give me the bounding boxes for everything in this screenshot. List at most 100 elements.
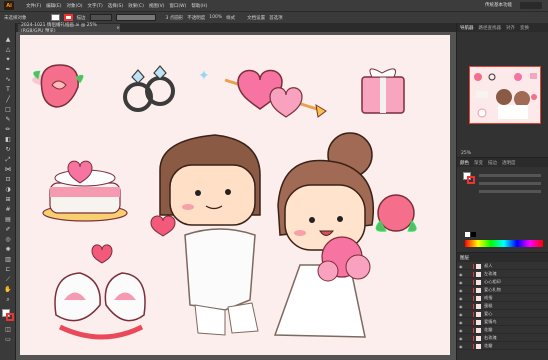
stroke-swatch[interactable]: [63, 14, 73, 21]
gradient-icon[interactable]: ▤: [3, 215, 13, 224]
doc-settings-button[interactable]: 文档设置: [247, 15, 265, 21]
curvature-icon[interactable]: ∿: [3, 75, 13, 84]
symbol-sprayer-icon[interactable]: ✺: [3, 245, 13, 254]
preferences-button[interactable]: 首选项: [269, 15, 283, 21]
slice-icon[interactable]: ⟋: [3, 275, 13, 284]
artboard-icon[interactable]: ⊏: [3, 265, 13, 274]
tab-pathfinder[interactable]: 路径查找器: [479, 25, 502, 31]
layer-thumbnail: [476, 271, 481, 277]
right-panel: 导航器 路径查找器 对齐 变换 25% 颜色 渐变 描边 透明度 图层 ◉ 叔人…: [456, 23, 548, 360]
layer-thumbnail: [476, 303, 481, 309]
tab-transform[interactable]: 变换: [520, 25, 529, 31]
tab-stroke[interactable]: 描边: [488, 160, 497, 166]
menu-file[interactable]: 文件(F): [26, 3, 41, 9]
tab-transparency[interactable]: 透明度: [502, 160, 516, 166]
menu-edit[interactable]: 编辑(E): [46, 3, 61, 9]
tab-gradient[interactable]: 渐变: [474, 160, 483, 166]
layer-row[interactable]: ◉ 花瓣: [457, 327, 548, 334]
paintbrush-icon[interactable]: ✎: [3, 115, 13, 124]
rectangle-tool-icon[interactable]: □: [3, 105, 13, 114]
pencil-icon[interactable]: ✏: [3, 125, 13, 134]
tab-color[interactable]: 颜色: [460, 160, 469, 166]
stroke-label: 描边: [76, 15, 86, 21]
close-tab-icon[interactable]: ×: [116, 26, 120, 31]
menu-object[interactable]: 对象(O): [66, 3, 82, 9]
menu-window[interactable]: 窗口(W): [169, 3, 186, 9]
perspective-icon[interactable]: ⊞: [3, 195, 13, 204]
tab-navigator[interactable]: 导航器: [460, 25, 474, 31]
black-swatch[interactable]: [471, 232, 476, 237]
graph-icon[interactable]: ▥: [3, 255, 13, 264]
type-tool-icon[interactable]: T: [3, 85, 13, 94]
layer-row[interactable]: ◉ 叔人: [457, 263, 548, 270]
panel-stroke-swatch[interactable]: [467, 176, 475, 184]
width-tool-icon[interactable]: ⋈: [3, 165, 13, 174]
white-swatch[interactable]: [465, 232, 470, 237]
navigator-preview[interactable]: [469, 66, 541, 124]
menu-effect[interactable]: 效果(C): [128, 3, 144, 9]
visibility-eye-icon[interactable]: ◉: [459, 304, 465, 309]
shape-builder-icon[interactable]: ◑: [3, 185, 13, 194]
fill-swatch[interactable]: [50, 14, 60, 21]
layer-row[interactable]: ◉ 右玫瑰: [457, 335, 548, 342]
pen-tool-icon[interactable]: ✒: [3, 65, 13, 74]
menu-help[interactable]: 帮助(H): [191, 3, 207, 9]
blend-icon[interactable]: ◎: [3, 235, 13, 244]
zoom-icon[interactable]: ⌕: [3, 295, 13, 304]
color-spectrum[interactable]: [465, 240, 543, 247]
r-slider[interactable]: [479, 174, 541, 177]
menu-type[interactable]: 文字(T): [88, 3, 103, 9]
layer-row[interactable]: ◉ 爱心礼物: [457, 287, 548, 294]
stroke-color-icon[interactable]: [6, 313, 14, 321]
sparkle-icon: ✦: [198, 68, 210, 84]
magic-wand-icon[interactable]: ✦: [3, 55, 13, 64]
tab-align[interactable]: 对齐: [506, 25, 515, 31]
hand-icon[interactable]: ✋: [3, 285, 13, 294]
document-tab[interactable]: 2024-1021 情侣婚礼插画.ai @ 25% (RGB/GPU 预览) ×: [18, 23, 120, 34]
layer-row[interactable]: ◉ 爱心: [457, 311, 548, 318]
visibility-eye-icon[interactable]: ◉: [459, 264, 465, 269]
visibility-eye-icon[interactable]: ◉: [459, 280, 465, 285]
g-slider[interactable]: [479, 182, 541, 185]
navigator-zoom[interactable]: 25%: [461, 151, 471, 156]
menu-view[interactable]: 视图(V): [149, 3, 165, 9]
scale-icon[interactable]: ⤢: [3, 155, 13, 164]
layer-row[interactable]: ◉ 花瓣: [457, 343, 548, 350]
line-tool-icon[interactable]: ╱: [3, 95, 13, 104]
artboard[interactable]: ✦: [20, 35, 450, 355]
opacity-value[interactable]: 100%: [209, 15, 222, 20]
layer-row[interactable]: ◉ 戒指: [457, 295, 548, 302]
rotate-icon[interactable]: ↻: [3, 145, 13, 154]
visibility-eye-icon[interactable]: ◉: [459, 288, 465, 293]
document-tab-bar: 2024-1021 情侣婚礼插画.ai @ 25% (RGB/GPU 预览) ×: [16, 23, 456, 34]
selection-tool-icon[interactable]: ▲: [3, 35, 13, 44]
layer-name: 花瓣: [484, 343, 493, 348]
visibility-eye-icon[interactable]: ◉: [459, 312, 465, 317]
draw-mode-icon[interactable]: ◫: [3, 325, 13, 334]
visibility-eye-icon[interactable]: ◉: [459, 272, 465, 277]
stroke-style[interactable]: 3 点圆形: [166, 15, 184, 21]
visibility-eye-icon[interactable]: ◉: [459, 336, 465, 341]
rose-illustration: [32, 64, 84, 108]
visibility-eye-icon[interactable]: ◉: [459, 328, 465, 333]
eyedropper-icon[interactable]: ✐: [3, 225, 13, 234]
variable-width-field[interactable]: [115, 14, 156, 21]
direct-selection-icon[interactable]: △: [3, 45, 13, 54]
b-slider[interactable]: [479, 190, 541, 193]
workspace-switcher[interactable]: 传统基本功能: [485, 2, 512, 8]
visibility-eye-icon[interactable]: ◉: [459, 296, 465, 301]
layer-row[interactable]: ◉ 左玫瑰: [457, 271, 548, 278]
visibility-eye-icon[interactable]: ◉: [459, 320, 465, 325]
stroke-weight-field[interactable]: [89, 14, 112, 21]
menu-select[interactable]: 选择(S): [108, 3, 123, 9]
search-input[interactable]: [520, 2, 542, 9]
free-transform-icon[interactable]: ⊡: [3, 175, 13, 184]
eraser-icon[interactable]: ◧: [3, 135, 13, 144]
visibility-eye-icon[interactable]: ◉: [459, 344, 465, 349]
layer-row[interactable]: ◉ 心心相印: [457, 279, 548, 286]
layer-row[interactable]: ◉ 蛋糕: [457, 303, 548, 310]
mesh-icon[interactable]: #: [3, 205, 13, 214]
screen-mode-icon[interactable]: ▭: [3, 335, 13, 344]
canvas-area[interactable]: ✦: [16, 32, 456, 360]
layer-row[interactable]: ◉ 爱情鸟: [457, 319, 548, 326]
